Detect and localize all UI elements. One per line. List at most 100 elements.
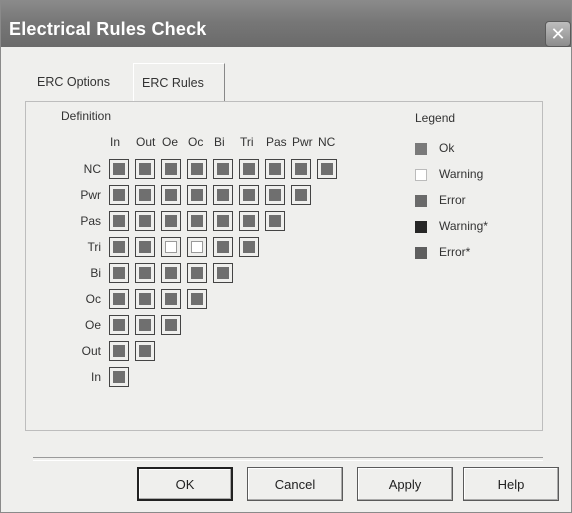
- matrix-cell-pwr-tri[interactable]: [239, 185, 259, 205]
- window-title: Electrical Rules Check: [9, 19, 207, 39]
- matrix-cell-swatch: [243, 241, 255, 253]
- legend-label: Legend: [415, 111, 456, 125]
- matrix-cell-oc-oc[interactable]: [187, 289, 207, 309]
- matrix-cell-bi-bi[interactable]: [213, 263, 233, 283]
- legend-swatch: [415, 143, 427, 155]
- matrix-cell-pwr-pas[interactable]: [265, 185, 285, 205]
- column-header-pas: Pas: [266, 135, 287, 149]
- row-header-pas: Pas: [80, 214, 101, 228]
- legend-swatch: [415, 195, 427, 207]
- apply-button[interactable]: Apply: [357, 467, 453, 501]
- tab-erc-options[interactable]: ERC Options: [37, 63, 129, 101]
- matrix-cell-oc-oe[interactable]: [161, 289, 181, 309]
- matrix-cell-bi-oe[interactable]: [161, 263, 181, 283]
- matrix-cell-nc-pas[interactable]: [265, 159, 285, 179]
- matrix-cell-swatch: [113, 163, 125, 175]
- matrix-cell-swatch: [295, 163, 307, 175]
- legend-swatch: [415, 169, 427, 181]
- matrix-cell-pwr-pwr[interactable]: [291, 185, 311, 205]
- legend-swatch: [415, 247, 427, 259]
- matrix-cell-out-in[interactable]: [109, 341, 129, 361]
- matrix-cell-pas-pas[interactable]: [265, 211, 285, 231]
- matrix-cell-pas-tri[interactable]: [239, 211, 259, 231]
- matrix-cell-nc-out[interactable]: [135, 159, 155, 179]
- matrix-cell-nc-bi[interactable]: [213, 159, 233, 179]
- definition-label: Definition: [61, 109, 112, 123]
- matrix-cell-swatch: [191, 189, 203, 201]
- matrix-cell-tri-oe[interactable]: [161, 237, 181, 257]
- tab-strip: ERC Options ERC Rules: [25, 63, 545, 101]
- title-bar[interactable]: Electrical Rules Check ✕: [1, 1, 571, 47]
- matrix-cell-swatch: [113, 345, 125, 357]
- matrix-cell-oe-in[interactable]: [109, 315, 129, 335]
- row-header-in: In: [90, 370, 101, 384]
- matrix-cell-swatch: [217, 215, 229, 227]
- matrix-cell-bi-oc[interactable]: [187, 263, 207, 283]
- matrix-cell-swatch: [139, 319, 151, 331]
- matrix-cell-bi-out[interactable]: [135, 263, 155, 283]
- matrix-cell-swatch: [113, 319, 125, 331]
- matrix-cell-pwr-bi[interactable]: [213, 185, 233, 205]
- matrix-cell-swatch: [113, 267, 125, 279]
- cancel-button[interactable]: Cancel: [247, 467, 343, 501]
- matrix-cell-oe-oe[interactable]: [161, 315, 181, 335]
- matrix-cell-pas-out[interactable]: [135, 211, 155, 231]
- matrix-cell-out-out[interactable]: [135, 341, 155, 361]
- matrix-cell-pas-in[interactable]: [109, 211, 129, 231]
- matrix-cell-nc-tri[interactable]: [239, 159, 259, 179]
- button-separator: [33, 457, 543, 461]
- matrix-cell-swatch: [113, 215, 125, 227]
- matrix-cell-oe-out[interactable]: [135, 315, 155, 335]
- matrix-cell-nc-oc[interactable]: [187, 159, 207, 179]
- matrix-cell-pwr-oe[interactable]: [161, 185, 181, 205]
- matrix-cell-swatch: [321, 163, 333, 175]
- matrix-cell-pas-oe[interactable]: [161, 211, 181, 231]
- matrix-cell-swatch: [269, 189, 281, 201]
- column-header-in: In: [110, 135, 121, 149]
- legend-swatch: [415, 221, 427, 233]
- legend-label-text: Ok: [439, 141, 455, 155]
- matrix-cell-nc-oe[interactable]: [161, 159, 181, 179]
- matrix-cell-tri-tri[interactable]: [239, 237, 259, 257]
- matrix-cell-pwr-out[interactable]: [135, 185, 155, 205]
- matrix-cell-swatch: [139, 345, 151, 357]
- matrix-cell-swatch: [243, 215, 255, 227]
- column-header-out: Out: [136, 135, 156, 149]
- matrix-cell-tri-out[interactable]: [135, 237, 155, 257]
- matrix-cell-nc-pwr[interactable]: [291, 159, 311, 179]
- tab-erc-rules[interactable]: ERC Rules: [133, 63, 225, 101]
- matrix-cell-swatch: [113, 241, 125, 253]
- matrix-cell-oc-in[interactable]: [109, 289, 129, 309]
- column-header-oc: Oc: [188, 135, 204, 149]
- matrix-cell-pwr-in[interactable]: [109, 185, 129, 205]
- matrix-cell-nc-in[interactable]: [109, 159, 129, 179]
- column-header-tri: Tri: [240, 135, 254, 149]
- column-header-oe: Oe: [162, 135, 179, 149]
- row-header-oe: Oe: [84, 318, 101, 332]
- matrix-cell-swatch: [269, 163, 281, 175]
- matrix-cell-swatch: [165, 267, 177, 279]
- matrix-cell-pwr-oc[interactable]: [187, 185, 207, 205]
- matrix-cell-bi-in[interactable]: [109, 263, 129, 283]
- matrix-cell-swatch: [165, 293, 177, 305]
- matrix-cell-in-in[interactable]: [109, 367, 129, 387]
- row-header-tri: Tri: [87, 240, 101, 254]
- matrix-cell-oc-out[interactable]: [135, 289, 155, 309]
- matrix-cell-swatch: [165, 163, 177, 175]
- matrix-cell-pas-oc[interactable]: [187, 211, 207, 231]
- row-header-bi: Bi: [90, 266, 101, 280]
- close-icon: ✕: [550, 23, 566, 44]
- ok-button[interactable]: OK: [137, 467, 233, 501]
- help-button[interactable]: Help: [463, 467, 559, 501]
- close-button[interactable]: ✕: [545, 21, 571, 47]
- matrix-cell-tri-oc[interactable]: [187, 237, 207, 257]
- matrix-cell-swatch: [295, 189, 307, 201]
- matrix-cell-tri-in[interactable]: [109, 237, 129, 257]
- matrix-cell-tri-bi[interactable]: [213, 237, 233, 257]
- matrix-cell-pas-bi[interactable]: [213, 211, 233, 231]
- matrix-cell-nc-nc[interactable]: [317, 159, 337, 179]
- column-header-nc: NC: [318, 135, 336, 149]
- matrix-cell-swatch: [243, 163, 255, 175]
- row-header-oc: Oc: [85, 292, 101, 306]
- column-header-bi: Bi: [214, 135, 225, 149]
